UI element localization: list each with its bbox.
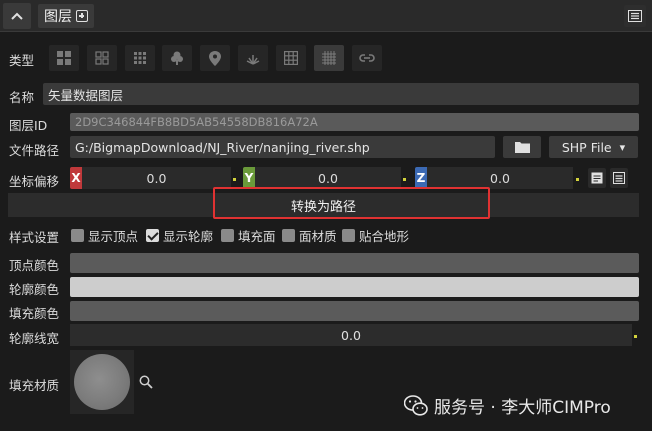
dots-grid-icon <box>134 52 146 64</box>
type-button-location[interactable] <box>200 45 230 71</box>
layer-id-label: 图层ID <box>9 118 48 133</box>
panel-menu-button[interactable] <box>624 5 646 27</box>
offset-label: 坐标偏移 <box>9 174 60 189</box>
y-drag-handle[interactable] <box>403 178 406 181</box>
grid-small-icon <box>95 51 109 65</box>
panel-title: 图层 <box>44 9 72 25</box>
paste-offset-button[interactable] <box>610 168 628 188</box>
grid-large-icon <box>57 51 71 65</box>
tree-icon <box>171 51 183 65</box>
location-pin-icon <box>209 50 221 66</box>
checkbox-label: 面材质 <box>299 229 337 244</box>
convert-to-path-button[interactable]: 转换为路径 <box>8 193 639 217</box>
outline-color-label: 轮廓颜色 <box>9 282 60 297</box>
table-icon <box>284 51 298 65</box>
checkbox-label: 显示顶点 <box>88 229 139 244</box>
fill-material-label: 填充材质 <box>9 378 60 393</box>
panel-title-tab[interactable]: 图层 <box>38 4 94 28</box>
browse-folder-button[interactable] <box>503 136 541 158</box>
style-settings-label: 样式设置 <box>9 230 60 245</box>
panel-header: 图层 <box>0 0 652 32</box>
search-icon[interactable] <box>139 375 153 389</box>
wechat-icon <box>404 394 428 416</box>
list-icon <box>628 10 642 22</box>
type-button-table[interactable] <box>276 45 306 71</box>
checkbox-box[interactable] <box>146 229 159 242</box>
fine-grid-icon <box>322 51 336 65</box>
x-offset-input[interactable]: 0.0 <box>82 167 231 189</box>
name-input[interactable]: 矢量数据图层 <box>43 83 639 105</box>
type-button-grid-small[interactable] <box>87 45 117 71</box>
grass-icon <box>246 54 260 65</box>
fill-color-swatch[interactable] <box>70 301 639 321</box>
show-outline-checkbox[interactable]: 显示轮廓 <box>146 226 213 245</box>
name-label: 名称 <box>9 90 35 105</box>
face-material-checkbox[interactable]: 面材质 <box>282 226 337 245</box>
fill-face-checkbox[interactable]: 填充面 <box>221 226 276 245</box>
material-preview[interactable] <box>70 350 134 414</box>
type-button-dots[interactable] <box>125 45 155 71</box>
vertex-color-swatch[interactable] <box>70 253 639 273</box>
checkbox-box[interactable] <box>342 229 355 242</box>
file-type-dropdown[interactable]: SHP File ▾ <box>549 136 638 158</box>
z-drag-handle[interactable] <box>576 178 579 181</box>
checkbox-box[interactable] <box>282 229 295 242</box>
type-button-grass[interactable] <box>238 45 268 71</box>
type-button-grid-large[interactable] <box>49 45 79 71</box>
checkbox-box[interactable] <box>221 229 234 242</box>
z-axis-tag: Z <box>415 167 427 189</box>
outline-width-drag-handle[interactable] <box>634 335 637 338</box>
outline-width-input[interactable]: 0.0 <box>70 324 632 346</box>
chevron-down-icon: ▾ <box>619 140 626 154</box>
checkbox-label: 显示轮廓 <box>163 229 214 244</box>
x-axis-tag: X <box>70 167 82 189</box>
copy-offset-button[interactable] <box>588 168 606 188</box>
checkbox-box[interactable] <box>71 229 84 242</box>
type-button-fine-grid[interactable] <box>314 45 344 71</box>
copy-icon <box>591 172 603 184</box>
fit-terrain-checkbox[interactable]: 贴合地形 <box>342 226 409 245</box>
z-offset-input[interactable]: 0.0 <box>427 167 573 189</box>
watermark-text: 服务号 · 李大师CIMPro <box>434 398 611 418</box>
type-button-link[interactable] <box>352 45 382 71</box>
add-icon[interactable] <box>76 10 88 22</box>
y-offset-input[interactable]: 0.0 <box>255 167 401 189</box>
show-vertices-checkbox[interactable]: 显示顶点 <box>71 226 138 245</box>
x-drag-handle[interactable] <box>233 178 236 181</box>
collapse-button[interactable] <box>3 3 31 29</box>
checkbox-label: 贴合地形 <box>359 229 410 244</box>
outline-color-swatch[interactable] <box>70 277 639 297</box>
link-icon <box>359 54 375 62</box>
layer-id-field: 2D9C346844FB8BD5AB54558DB816A72A <box>70 113 639 131</box>
vertex-color-label: 顶点颜色 <box>9 258 60 273</box>
paste-icon <box>613 172 625 184</box>
folder-icon <box>514 142 530 153</box>
y-axis-tag: Y <box>243 167 255 189</box>
outline-width-label: 轮廓线宽 <box>9 331 60 346</box>
checkbox-label: 填充面 <box>238 229 276 244</box>
chevron-up-icon <box>11 12 23 20</box>
file-path-label: 文件路径 <box>9 143 60 158</box>
type-label: 类型 <box>9 53 35 68</box>
watermark: 服务号 · 李大师CIMPro <box>404 393 611 418</box>
fill-color-label: 填充颜色 <box>9 306 60 321</box>
type-button-tree[interactable] <box>162 45 192 71</box>
file-path-input[interactable]: G:/BigmapDownload/NJ_River/nanjing_river… <box>70 136 495 158</box>
material-sphere <box>74 354 130 410</box>
file-type-value: SHP File <box>561 139 612 155</box>
